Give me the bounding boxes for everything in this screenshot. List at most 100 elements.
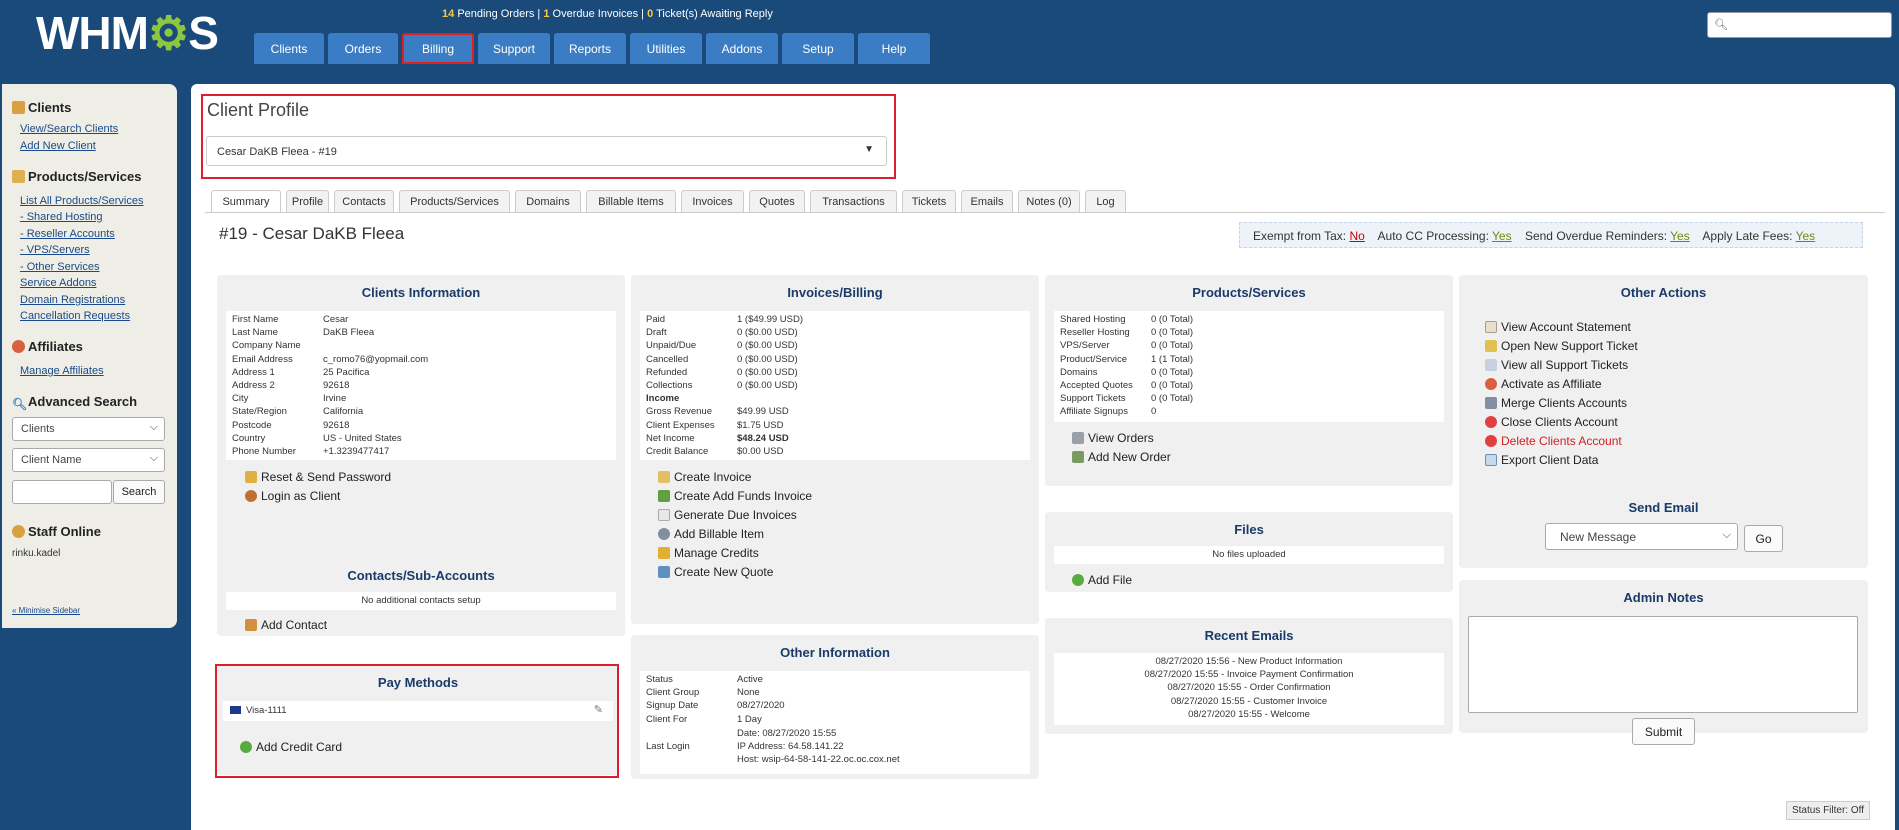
merge-accounts-action[interactable]: Merge Clients Accounts <box>1485 396 1627 410</box>
sidebar-products-link[interactable]: - Other Services <box>20 261 99 273</box>
overdue-count[interactable]: 1 <box>543 8 549 20</box>
create-invoice-action[interactable]: Create Invoice <box>658 470 751 484</box>
tab-notes[interactable]: Notes (0) <box>1018 190 1080 212</box>
status-filter[interactable]: Status Filter: Off <box>1785 801 1870 820</box>
search-icon: 🔍︎ <box>12 397 28 411</box>
admin-notes-textarea[interactable] <box>1468 616 1858 713</box>
generate-due-invoices-action[interactable]: Generate Due Invoices <box>658 508 797 522</box>
gear-icon: ⚙ <box>147 7 189 59</box>
add-contact-action[interactable]: Add Contact <box>245 618 327 632</box>
overdue-reminders-toggle[interactable]: Yes <box>1670 229 1690 243</box>
pending-orders-link[interactable]: Pending Orders | <box>457 8 540 20</box>
tab-invoices[interactable]: Invoices <box>681 190 744 212</box>
email-link[interactable]: 08/27/2020 15:56 - New Product Informati… <box>1054 656 1444 669</box>
search-type-select[interactable]: Clients ⌵ <box>12 417 165 441</box>
sidebar-products-link[interactable]: Service Addons <box>20 277 96 289</box>
tab-billable-items[interactable]: Billable Items <box>586 190 676 212</box>
sidebar-staff-title: Staff Online <box>12 524 101 539</box>
email-link[interactable]: 08/27/2020 15:55 - Welcome <box>1054 709 1444 722</box>
nav-addons[interactable]: Addons <box>706 33 778 64</box>
nav-clients[interactable]: Clients <box>254 33 324 64</box>
send-email-go-button[interactable]: Go <box>1744 525 1783 552</box>
nav-help[interactable]: Help <box>858 33 930 64</box>
sidebar-search-button[interactable]: Search <box>113 480 165 504</box>
tab-tickets[interactable]: Tickets <box>902 190 956 212</box>
tab-emails[interactable]: Emails <box>961 190 1013 212</box>
view-tickets-action[interactable]: View all Support Tickets <box>1485 358 1628 372</box>
add-billable-item-action[interactable]: Add Billable Item <box>658 527 764 541</box>
tab-quotes[interactable]: Quotes <box>749 190 805 212</box>
view-orders-action[interactable]: View Orders <box>1072 431 1154 445</box>
affiliate-icon <box>12 340 25 353</box>
open-ticket-action[interactable]: Open New Support Ticket <box>1485 339 1638 353</box>
minimise-sidebar-link[interactable]: « Minimise Sidebar <box>12 606 80 615</box>
client-heading: #19 - Cesar DaKB Fleea <box>219 224 405 243</box>
sidebar-view-search-clients[interactable]: View/Search Clients <box>20 123 118 135</box>
export-client-data-action[interactable]: Export Client Data <box>1485 453 1598 467</box>
tab-transactions[interactable]: Transactions <box>810 190 897 212</box>
table-row: Collections 0 ($0.00 USD) <box>646 379 798 391</box>
sidebar-products-link[interactable]: - Shared Hosting <box>20 211 103 223</box>
sidebar-products-link[interactable]: - Reseller Accounts <box>20 228 115 240</box>
nav-orders[interactable]: Orders <box>328 33 398 64</box>
overdue-link[interactable]: Overdue Invoices | <box>553 8 645 20</box>
email-link[interactable]: 08/27/2020 15:55 - Customer Invoice <box>1054 696 1444 709</box>
panel-title: Products/Services <box>1192 285 1306 300</box>
close-account-action[interactable]: Close Clients Account <box>1485 415 1618 429</box>
top-search-input[interactable]: 🔍︎ <box>1707 12 1892 38</box>
submit-notes-button[interactable]: Submit <box>1632 718 1695 745</box>
sidebar-products-link[interactable]: - VPS/Servers <box>20 244 90 256</box>
tab-log[interactable]: Log <box>1085 190 1126 212</box>
tab-profile[interactable]: Profile <box>286 190 329 212</box>
client-tabs: Summary Profile Contacts Products/Servic… <box>211 190 1131 212</box>
nav-setup[interactable]: Setup <box>782 33 854 64</box>
add-file-action[interactable]: Add File <box>1072 573 1132 587</box>
sidebar-manage-affiliates[interactable]: Manage Affiliates <box>20 365 104 377</box>
table-row: Net Income $48.24 USD <box>646 432 789 444</box>
create-new-quote-action[interactable]: Create New Quote <box>658 565 773 579</box>
tickets-link[interactable]: Ticket(s) Awaiting Reply <box>656 8 773 20</box>
tab-domains[interactable]: Domains <box>515 190 581 212</box>
panel-title: Files <box>1234 522 1264 537</box>
table-row: Last Login Date: 08/27/2020 15:55 IP Addre… <box>646 727 900 765</box>
tab-contacts[interactable]: Contacts <box>334 190 394 212</box>
invoices-table: Paid 1 ($49.99 USD) Draft 0 ($0.00 USD) Un… <box>640 311 1030 460</box>
table-row: Draft 0 ($0.00 USD) <box>646 327 798 339</box>
activate-affiliate-action[interactable]: Activate as Affiliate <box>1485 377 1602 391</box>
nav-support[interactable]: Support <box>478 33 550 64</box>
email-template-select[interactable]: New Message ⌵ <box>1545 523 1738 550</box>
sidebar-add-new-client[interactable]: Add New Client <box>20 140 96 152</box>
add-new-order-action[interactable]: Add New Order <box>1072 450 1171 464</box>
create-add-funds-action[interactable]: Create Add Funds Invoice <box>658 489 812 503</box>
table-row: Support Tickets 0 (0 Total) <box>1060 393 1194 405</box>
tabs-divider <box>205 212 1885 213</box>
login-as-client-action[interactable]: Login as Client <box>245 489 340 503</box>
delete-account-action[interactable]: Delete Clients Account <box>1485 434 1622 448</box>
sidebar-products-link[interactable]: List All Products/Services <box>20 195 144 207</box>
tab-summary[interactable]: Summary <box>211 190 281 212</box>
nav-utilities[interactable]: Utilities <box>630 33 702 64</box>
manage-credits-action[interactable]: Manage Credits <box>658 546 759 560</box>
nav-reports[interactable]: Reports <box>554 33 626 64</box>
reset-password-action[interactable]: Reset & Send Password <box>245 470 391 484</box>
sidebar-products-link[interactable]: Cancellation Requests <box>20 310 130 322</box>
view-account-statement-action[interactable]: View Account Statement <box>1485 320 1631 334</box>
add-user-icon <box>245 619 257 631</box>
nav-billing[interactable]: Billing <box>402 33 474 64</box>
sidebar-products-link[interactable]: Domain Registrations <box>20 294 125 306</box>
exempt-tax-toggle[interactable]: No <box>1349 229 1364 243</box>
auto-cc-toggle[interactable]: Yes <box>1492 229 1512 243</box>
late-fees-toggle[interactable]: Yes <box>1796 229 1816 243</box>
tickets-count[interactable]: 0 <box>647 8 653 20</box>
pending-orders-count[interactable]: 14 <box>442 8 454 20</box>
email-link[interactable]: 08/27/2020 15:55 - Invoice Payment Confi… <box>1054 669 1444 682</box>
client-select[interactable]: Cesar DaKB Fleea - #19 ▼ <box>206 136 887 166</box>
table-row: Paid 1 ($49.99 USD) <box>646 314 804 325</box>
tab-products-services[interactable]: Products/Services <box>399 190 510 212</box>
stats-bar: 14 Pending Orders | 1 Overdue Invoices |… <box>442 8 773 20</box>
email-link[interactable]: 08/27/2020 15:55 - Order Confirmation <box>1054 682 1444 695</box>
other-information-panel: Other Information Status Active Client Gr… <box>631 635 1039 779</box>
sidebar-search-input[interactable] <box>12 480 112 504</box>
whmcs-logo[interactable]: WHM⚙S <box>36 6 219 60</box>
search-field-select[interactable]: Client Name ⌵ <box>12 448 165 472</box>
